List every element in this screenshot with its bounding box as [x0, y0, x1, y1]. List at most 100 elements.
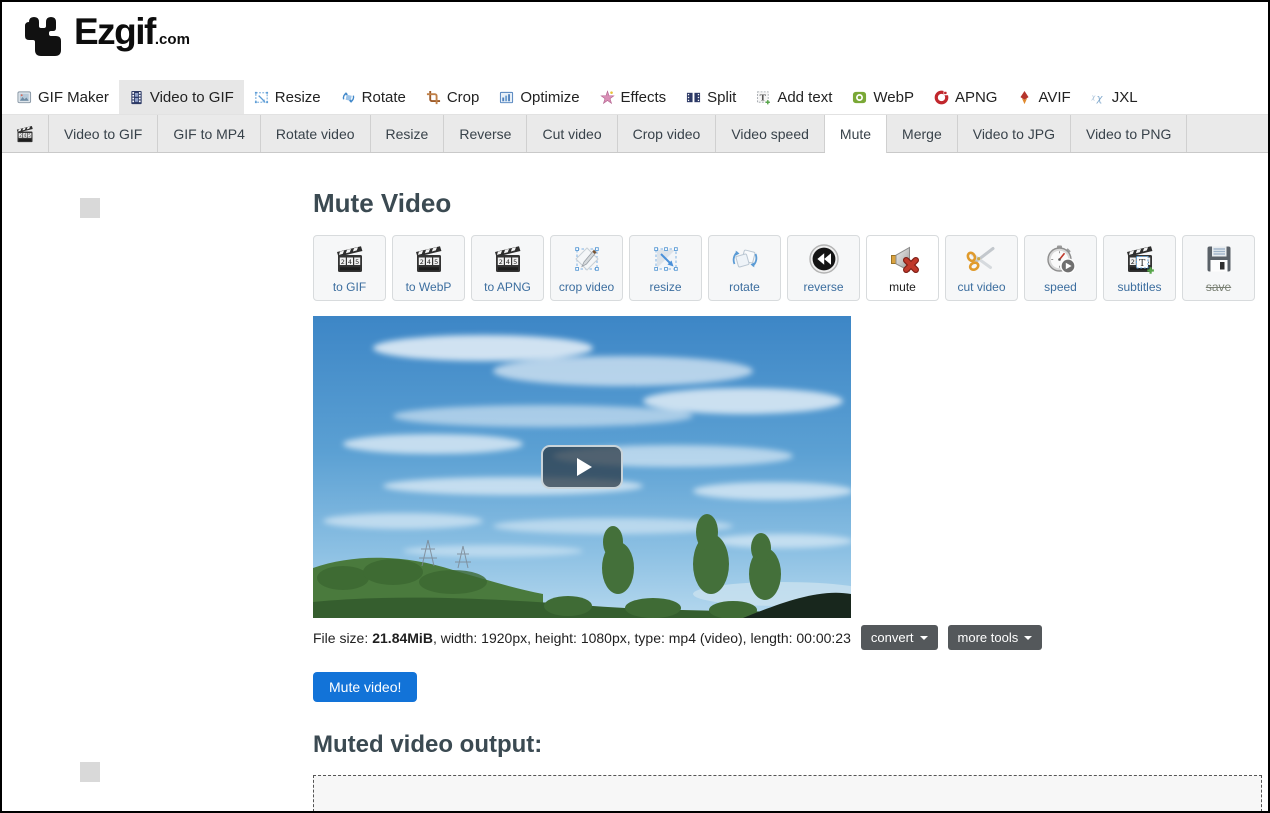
mainnav-label: GIF Maker: [38, 89, 109, 106]
convert-dropdown-button[interactable]: convert: [861, 625, 938, 650]
rotate-squares-icon: [729, 243, 761, 275]
tool-crop-video[interactable]: crop video: [550, 235, 623, 301]
tool-label: mute: [889, 281, 916, 294]
tool-label: cut video: [957, 281, 1005, 294]
mainnav-item-webp[interactable]: WebP: [842, 80, 924, 114]
subnav-tab-crop-video[interactable]: Crop video: [618, 115, 717, 153]
subnav-tab-video-speed[interactable]: Video speed: [716, 115, 825, 153]
jxl-icon: [1091, 90, 1106, 105]
subnav-label: Video speed: [731, 126, 809, 142]
mute-video-button[interactable]: Mute video!: [313, 672, 417, 702]
resize-icon: [254, 90, 269, 105]
subnav-label: Cut video: [542, 126, 601, 142]
tool-resize[interactable]: resize: [629, 235, 702, 301]
main-nav: GIF Maker Video to GIF Resize Rotate Cro…: [2, 80, 1268, 114]
video-player[interactable]: [313, 316, 851, 618]
convert-label: convert: [871, 630, 914, 645]
tool-strip: to GIF to WebP to APNG crop video resize…: [313, 235, 1262, 301]
subnav-tab-mute[interactable]: Mute: [825, 115, 887, 153]
subnav-tab-video-to-png[interactable]: Video to PNG: [1071, 115, 1187, 153]
mainnav-item-rotate[interactable]: Rotate: [331, 80, 416, 114]
crop-knife-icon: [571, 243, 603, 275]
subnav-label: Reverse: [459, 126, 511, 142]
tool-label: crop video: [559, 281, 614, 294]
subnav-filler: [1187, 115, 1268, 153]
subnav-label: Video to GIF: [64, 126, 142, 142]
mainnav-label: Video to GIF: [150, 89, 234, 106]
mainnav-label: APNG: [955, 89, 998, 106]
subnav-tab-video-to-gif[interactable]: Video to GIF: [49, 115, 158, 153]
subnav-tab-rotate-video[interactable]: Rotate video: [261, 115, 371, 153]
browser-window: Ezgif.com GIF Maker Video to GIF Resize …: [0, 0, 1270, 813]
mainnav-item-apng[interactable]: APNG: [924, 80, 1008, 114]
mainnav-item-avif[interactable]: AVIF: [1007, 80, 1080, 114]
mainnav-label: Effects: [621, 89, 667, 106]
mainnav-label: Crop: [447, 89, 480, 106]
tool-to-gif[interactable]: to GIF: [313, 235, 386, 301]
tool-speed[interactable]: speed: [1024, 235, 1097, 301]
mainnav-label: AVIF: [1038, 89, 1070, 106]
clapperboard-icon: [334, 243, 366, 275]
tool-cut-video[interactable]: cut video: [945, 235, 1018, 301]
ad-placeholder-bottom: [80, 762, 100, 782]
mainnav-item-video-to-gif[interactable]: Video to GIF: [119, 80, 244, 114]
mainnav-item-add-text[interactable]: Add text: [746, 80, 842, 114]
output-heading: Muted video output:: [313, 730, 1262, 760]
tool-label: reverse: [803, 281, 843, 294]
mainnav-item-effects[interactable]: Effects: [590, 80, 677, 114]
ad-placeholder-top: [80, 198, 100, 218]
tool-to-webp[interactable]: to WebP: [392, 235, 465, 301]
subnav-home-tab[interactable]: [2, 115, 49, 153]
sub-nav: Video to GIF GIF to MP4 Rotate video Res…: [2, 114, 1268, 153]
tool-label: save: [1206, 281, 1231, 294]
file-info-label: File size:: [313, 630, 368, 646]
tool-to-apng[interactable]: to APNG: [471, 235, 544, 301]
tool-label: speed: [1044, 281, 1077, 294]
tool-mute[interactable]: mute: [866, 235, 939, 301]
mainnav-item-gif-maker[interactable]: GIF Maker: [7, 80, 119, 114]
page-title: Mute Video: [313, 187, 1262, 219]
mainnav-label: WebP: [873, 89, 914, 106]
apng-icon: [934, 90, 949, 105]
main-content: Mute Video to GIF to WebP to APNG crop v…: [2, 187, 1268, 812]
mainnav-label: Rotate: [362, 89, 406, 106]
subnav-label: Resize: [386, 126, 429, 142]
subnav-label: Mute: [840, 126, 871, 142]
tool-label: to APNG: [484, 281, 531, 294]
more-tools-dropdown-button[interactable]: more tools: [948, 625, 1043, 650]
subnav-tab-gif-to-mp4[interactable]: GIF to MP4: [158, 115, 261, 153]
floppy-disk-icon: [1203, 243, 1235, 275]
mainnav-item-jxl[interactable]: JXL: [1081, 80, 1148, 114]
avif-icon: [1017, 90, 1032, 105]
more-tools-label: more tools: [958, 630, 1019, 645]
mainnav-label: Optimize: [520, 89, 579, 106]
subnav-tab-reverse[interactable]: Reverse: [444, 115, 527, 153]
caret-down-icon: [1024, 636, 1032, 640]
subnav-label: Video to JPG: [973, 126, 1055, 142]
tool-reverse[interactable]: reverse: [787, 235, 860, 301]
tool-rotate[interactable]: rotate: [708, 235, 781, 301]
ezgif-logo-icon: [15, 10, 65, 56]
speaker-mute-icon: [887, 243, 919, 275]
subnav-tab-video-to-jpg[interactable]: Video to JPG: [958, 115, 1071, 153]
mainnav-item-optimize[interactable]: Optimize: [489, 80, 589, 114]
caret-down-icon: [920, 636, 928, 640]
tool-subtitles[interactable]: subtitles: [1103, 235, 1176, 301]
site-logo[interactable]: Ezgif.com: [15, 10, 190, 62]
mainnav-label: JXL: [1112, 89, 1138, 106]
mainnav-item-split[interactable]: Split: [676, 80, 746, 114]
subtitles-clapper-icon: [1124, 243, 1156, 275]
mainnav-label: Add text: [777, 89, 832, 106]
play-button[interactable]: [541, 445, 623, 489]
subnav-label: GIF to MP4: [173, 126, 245, 142]
mainnav-item-resize[interactable]: Resize: [244, 80, 331, 114]
tool-label: resize: [649, 281, 681, 294]
tool-save[interactable]: save: [1182, 235, 1255, 301]
scissors-icon: [966, 243, 998, 275]
subnav-tab-resize[interactable]: Resize: [371, 115, 445, 153]
file-info-details: , width: 1920px, height: 1080px, type: m…: [433, 630, 851, 646]
subnav-tab-cut-video[interactable]: Cut video: [527, 115, 617, 153]
subnav-tab-merge[interactable]: Merge: [887, 115, 958, 153]
mainnav-item-crop[interactable]: Crop: [416, 80, 490, 114]
tool-label: rotate: [729, 281, 760, 294]
